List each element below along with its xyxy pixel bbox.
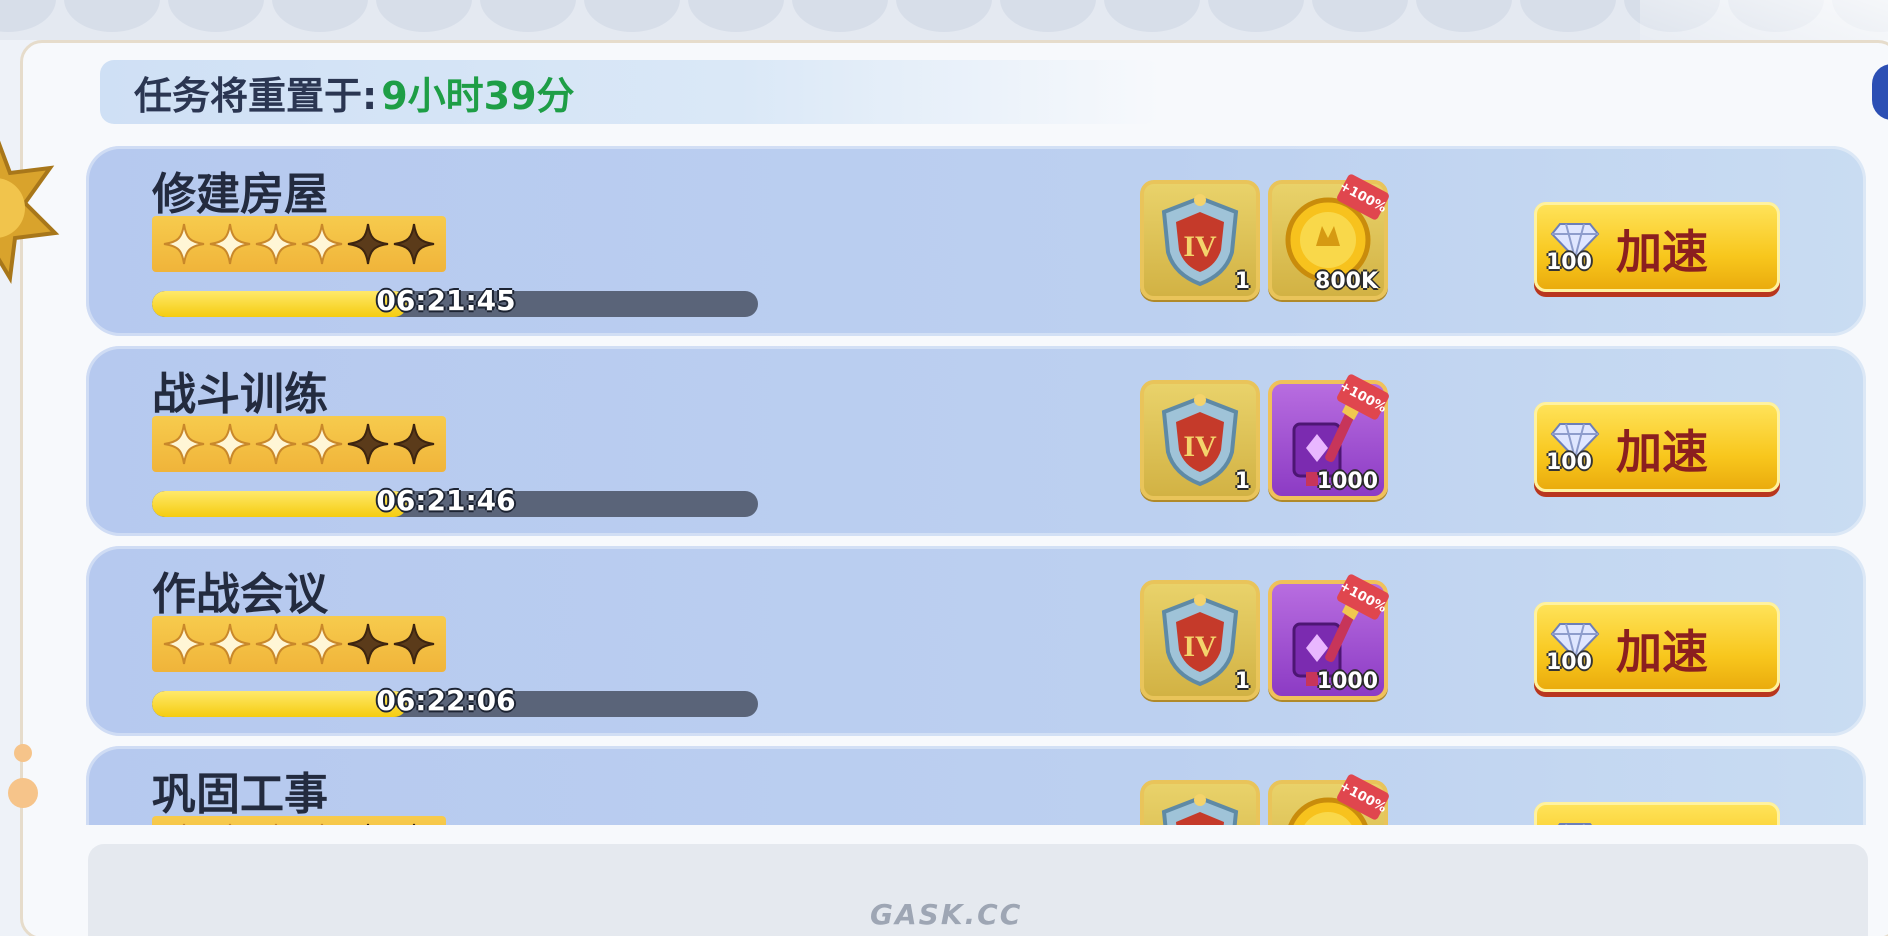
star-rating [152,216,446,272]
star-rating [152,616,446,672]
star-icon [300,422,344,466]
star-icon [254,622,298,666]
star-rating [152,416,446,472]
speed-up-button[interactable] [1534,802,1780,825]
star-icon [162,822,206,825]
speed-up-cost: 100 [1546,650,1592,675]
svg-text:IV: IV [1183,230,1217,263]
star-icon [392,422,436,466]
scallop-decor [480,0,576,32]
scallop-decor [1000,0,1096,32]
star-icon [254,422,298,466]
star-icon [392,222,436,266]
star-rating [152,816,446,825]
star-icon [208,822,252,825]
star-icon [346,622,390,666]
scallop-decor [896,0,992,32]
svg-text:IV: IV [1183,430,1217,463]
task-row: 巩固工事 IV+100% [86,746,1866,825]
reward-quantity: 800K [1315,269,1378,294]
star-icon [162,222,206,266]
star-icon [162,622,206,666]
reward-slot[interactable]: IV 1 [1140,580,1260,700]
star-icon [392,622,436,666]
star-icon [208,622,252,666]
scallop-decor [688,0,784,32]
watermark: GASK.CC [870,898,1023,931]
scallop-decor [376,0,472,32]
star-icon [208,422,252,466]
timer-text: 06:21:46 [376,484,516,517]
reset-label: 任务将重置于: [134,73,378,118]
timer-text: 06:22:06 [376,684,516,717]
task-list[interactable]: 修建房屋 06:21:45 IV 1 +100% 800K 100 加速 战斗训练 06:21:4… [0,140,1888,825]
reset-timer-bar: 任务将重置于: 9小时39分 [100,60,1160,124]
task-row: 修建房屋 06:21:45 IV 1 +100% 800K 100 加速 [86,146,1866,336]
reward-quantity: 1 [1234,469,1250,494]
scallop-decor [1520,0,1616,32]
star-icon [346,222,390,266]
scallop-decor [272,0,368,32]
reward-quantity: 1 [1234,269,1250,294]
scallop-decor [1208,0,1304,32]
star-icon [346,822,390,825]
speed-up-cost: 100 [1546,450,1592,475]
reward-slot[interactable]: IV [1140,780,1260,825]
reward-quantity: 1000 [1316,669,1378,694]
speed-up-label: 加速 [1616,625,1708,679]
star-icon [254,222,298,266]
scallop-decor [1104,0,1200,32]
scallop-decor [584,0,680,32]
scallop-decor [1416,0,1512,32]
timer-text: 06:21:45 [376,284,516,317]
reward-slot[interactable]: +100% 1000 [1268,572,1391,700]
star-icon [300,822,344,825]
task-row: 作战会议 06:22:06 IV 1 +100% 1000 100 加速 [86,546,1866,736]
star-icon [162,422,206,466]
speed-up-label: 加速 [1616,425,1708,479]
scallop-decor [1312,0,1408,32]
scallop-decor [168,0,264,32]
speed-up-label: 加速 [1616,225,1708,279]
task-title: 修建房屋 [152,169,328,220]
reward-quantity: 1000 [1316,469,1378,494]
speed-up-button[interactable]: 100 加速 [1534,202,1780,292]
star-icon [300,222,344,266]
speed-up-button[interactable]: 100 加速 [1534,602,1780,692]
svg-text:IV: IV [1183,630,1217,663]
star-icon [346,422,390,466]
reward-slot[interactable]: IV 1 [1140,380,1260,500]
task-title: 巩固工事 [152,769,328,820]
speed-up-cost: 100 [1546,250,1592,275]
star-icon [300,622,344,666]
task-title: 战斗训练 [152,369,328,420]
speed-up-button[interactable]: 100 加速 [1534,402,1780,492]
reward-quantity: 1 [1234,669,1250,694]
scallop-decor [0,0,56,32]
task-row: 战斗训练 06:21:46 IV 1 +100% 1000 100 加速 [86,346,1866,536]
scallop-decor [792,0,888,32]
reward-slot[interactable]: +100% [1268,772,1391,825]
reset-time: 9小时39分 [381,73,575,118]
reward-slot[interactable]: +100% 800K [1268,172,1391,300]
task-title: 作战会议 [152,569,328,620]
reward-slot[interactable]: IV 1 [1140,180,1260,300]
star-icon [254,822,298,825]
scallop-decor [64,0,160,32]
reward-slot[interactable]: +100% 1000 [1268,372,1391,500]
star-icon [392,822,436,825]
star-icon [208,222,252,266]
top-decor-banner [0,0,1888,40]
